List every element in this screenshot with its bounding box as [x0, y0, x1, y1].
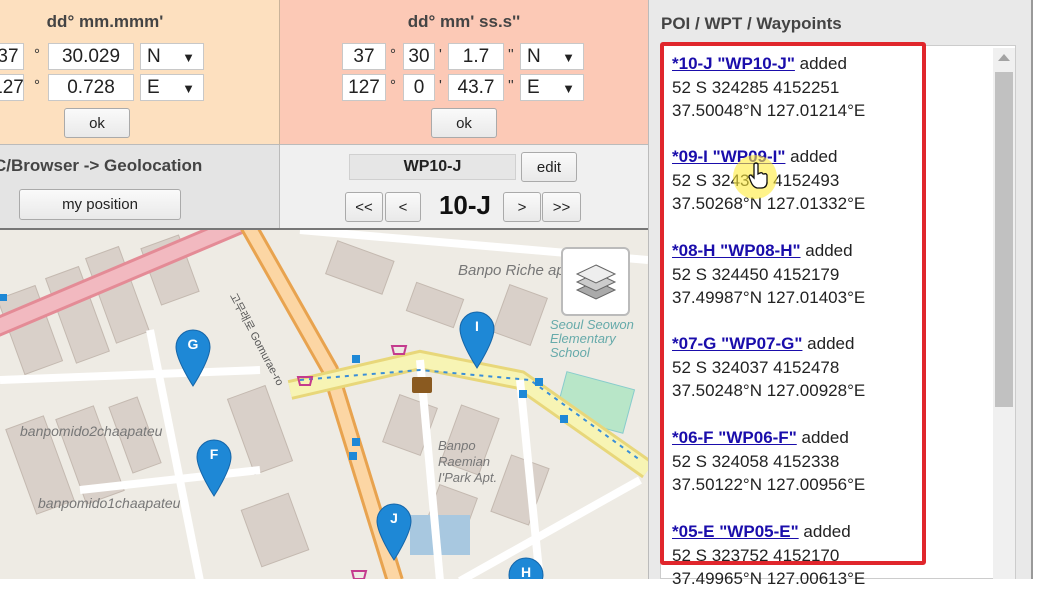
chevron-down-icon: ▼ — [562, 81, 575, 96]
map-marker-h[interactable]: H — [507, 556, 545, 579]
map-view[interactable]: Banpo Riche apartment Seoul Seowon Eleme… — [0, 228, 648, 579]
dd-mm-title: dd° mm.mmm' — [46, 12, 164, 31]
dms-lat-hem-select[interactable]: N ▼ — [520, 43, 584, 70]
degree-symbol: ° — [390, 77, 396, 94]
marker-label: J — [390, 510, 398, 526]
geolocation-title: C/Browser -> Geolocation — [0, 156, 203, 175]
hand-cursor-icon — [748, 162, 768, 189]
edit-button[interactable]: edit — [521, 152, 577, 182]
prev-waypoint-button[interactable]: < — [385, 192, 421, 222]
degree-symbol: ° — [34, 77, 40, 94]
next-waypoint-button[interactable]: > — [503, 192, 541, 222]
map-label-banpomido2: banpomido2chaapateu — [20, 423, 163, 439]
geolocation-panel: C/Browser -> Geolocation my position — [0, 145, 280, 228]
map-marker-i[interactable]: I — [458, 310, 496, 370]
my-position-button[interactable]: my position — [19, 189, 181, 220]
map-marker-j[interactable]: J — [375, 502, 413, 562]
highlight-frame — [660, 42, 926, 565]
degree-symbol: ° — [34, 46, 40, 63]
dd-lon-min-input[interactable]: 0.728 — [48, 74, 134, 101]
dms-lat-deg-input[interactable]: 37 — [342, 43, 386, 70]
marker-label: F — [209, 446, 219, 462]
dms-ok-button[interactable]: ok — [431, 108, 497, 138]
dd-lon-hem-value: E — [147, 76, 160, 98]
map-marker-g[interactable]: G — [174, 328, 212, 388]
chevron-down-icon: ▼ — [182, 81, 195, 96]
map-tiles — [0, 230, 648, 579]
dms-lon-hem-select[interactable]: E ▼ — [520, 74, 584, 101]
degree-symbol: ° — [390, 46, 396, 63]
dd-lon-deg-input[interactable]: 127 — [0, 74, 24, 101]
dd-lat-hem-select[interactable]: N ▼ — [140, 43, 204, 70]
chevron-down-icon: ▼ — [182, 50, 195, 65]
map-marker-f[interactable]: F — [195, 438, 233, 498]
marker-label: I — [475, 318, 479, 334]
dms-panel: dd° mm' ss.s'' 37 ° 30 ' 1.7 '' N ▼ 127 °… — [280, 0, 648, 145]
dd-ok-button[interactable]: ok — [64, 108, 130, 138]
dd-lat-hem-value: N — [147, 45, 161, 67]
dd-lat-min-input[interactable]: 30.029 — [48, 43, 134, 70]
map-label-seoul-seowon: Seoul Seowon Elementary School — [550, 317, 634, 360]
dms-lon-sec-input[interactable]: 43.7 — [448, 74, 504, 101]
marker-label: G — [187, 336, 199, 352]
chevron-down-icon: ▼ — [562, 50, 575, 65]
minute-symbol: ' — [439, 77, 442, 94]
minute-symbol: ' — [439, 46, 442, 63]
dms-lon-hem-value: E — [527, 76, 540, 98]
second-symbol: '' — [508, 46, 514, 63]
map-label-banpomido1: banpomido1chaapateu — [38, 495, 181, 511]
library-icon — [412, 377, 432, 393]
marker-label: H — [520, 564, 532, 579]
last-waypoint-button[interactable]: >> — [542, 192, 581, 222]
waypoint-name-input[interactable]: WP10-J — [349, 154, 516, 180]
dd-lat-deg-input[interactable]: 37 — [0, 43, 24, 70]
dd-mm-panel: dd° mm.mmm' 37 ° 30.029 N▼ 127 ° 0.728 E… — [0, 0, 280, 145]
dms-lon-min-input[interactable]: 0 — [403, 74, 435, 101]
dms-lat-hem-value: N — [527, 45, 541, 67]
second-symbol: '' — [508, 77, 514, 94]
dms-lon-deg-input[interactable]: 127 — [342, 74, 386, 101]
map-label-banpo-raemian: Banpo Raemian I'Park Apt. — [438, 438, 498, 485]
dd-lon-hem-select[interactable]: E ▼ — [140, 74, 204, 101]
layers-icon — [575, 263, 616, 300]
dms-lat-min-input[interactable]: 30 — [403, 43, 435, 70]
current-waypoint-label: 10-J — [438, 189, 492, 220]
scroll-up-arrow-icon[interactable] — [998, 54, 1010, 61]
dms-title: dd° mm' ss.s'' — [407, 12, 521, 31]
waypoints-title: POI / WPT / Waypoints — [661, 14, 842, 33]
dms-lat-sec-input[interactable]: 1.7 — [448, 43, 504, 70]
layers-button[interactable] — [561, 247, 630, 316]
first-waypoint-button[interactable]: << — [345, 192, 383, 222]
waypoint-nav-panel: WP10-J edit << < 10-J > >> — [280, 145, 648, 228]
scrollbar-thumb[interactable] — [995, 72, 1013, 407]
